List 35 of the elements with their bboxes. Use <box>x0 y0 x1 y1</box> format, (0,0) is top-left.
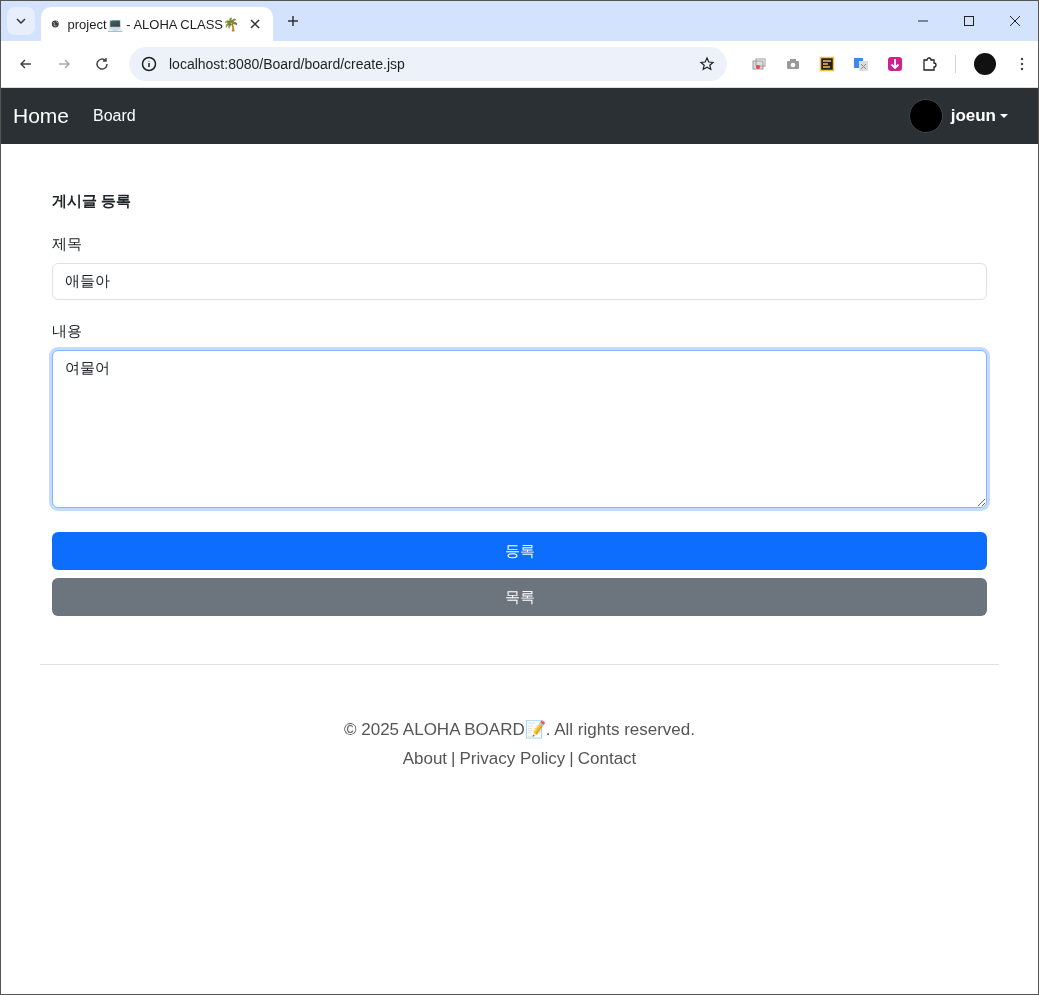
field-label: 내용 <box>52 322 83 341</box>
field-label: 제목 <box>52 235 83 254</box>
tab-title: project💻 - ALOHA CLASS🌴 <box>67 16 239 32</box>
plus-icon[interactable] <box>285 13 301 29</box>
link-separator: | <box>569 749 574 768</box>
browser-tab[interactable]: project💻 - ALOHA CLASS🌴 <box>41 7 273 41</box>
star-icon[interactable] <box>699 56 715 72</box>
maximize-icon[interactable] <box>961 13 977 29</box>
list-button[interactable]: 목록 <box>52 578 987 616</box>
nav-link[interactable]: Board <box>93 107 136 124</box>
reload-icon[interactable] <box>94 56 110 72</box>
link-separator: | <box>451 749 456 768</box>
footer-link[interactable]: Contact <box>577 749 637 768</box>
info-icon[interactable] <box>141 56 157 72</box>
form-heading: 게시글 등록 <box>52 192 133 211</box>
content-textarea[interactable]: 여물어 <box>52 350 987 508</box>
copyright-text: © 2025 ALOHA BOARD📝. All rights reserved. <box>344 720 695 739</box>
submit-button[interactable]: 등록 <box>52 532 987 570</box>
url-text: localhost:8080/Board/board/create.jsp <box>169 56 406 72</box>
title-input[interactable]: 애들아 <box>52 263 987 300</box>
camera-icon[interactable] <box>785 56 801 72</box>
translate-icon[interactable] <box>853 56 869 72</box>
window-stack-icon[interactable] <box>751 56 767 72</box>
caret-icon <box>1000 114 1008 118</box>
footer-link[interactable]: Privacy Policy <box>459 749 566 768</box>
puzzle-icon[interactable] <box>921 56 937 72</box>
text-lines-icon[interactable] <box>819 56 835 72</box>
close-icon[interactable] <box>1007 13 1023 29</box>
footer-link[interactable]: About <box>402 749 448 768</box>
profile-avatar[interactable] <box>974 53 996 75</box>
download-arrow-icon[interactable] <box>887 56 903 72</box>
user-avatar <box>908 99 943 133</box>
address-bar[interactable]: localhost:8080/Board/board/create.jsp <box>129 47 727 81</box>
user-menu-toggle[interactable]: joeun <box>950 106 1008 126</box>
home-link[interactable]: Home <box>13 104 70 128</box>
